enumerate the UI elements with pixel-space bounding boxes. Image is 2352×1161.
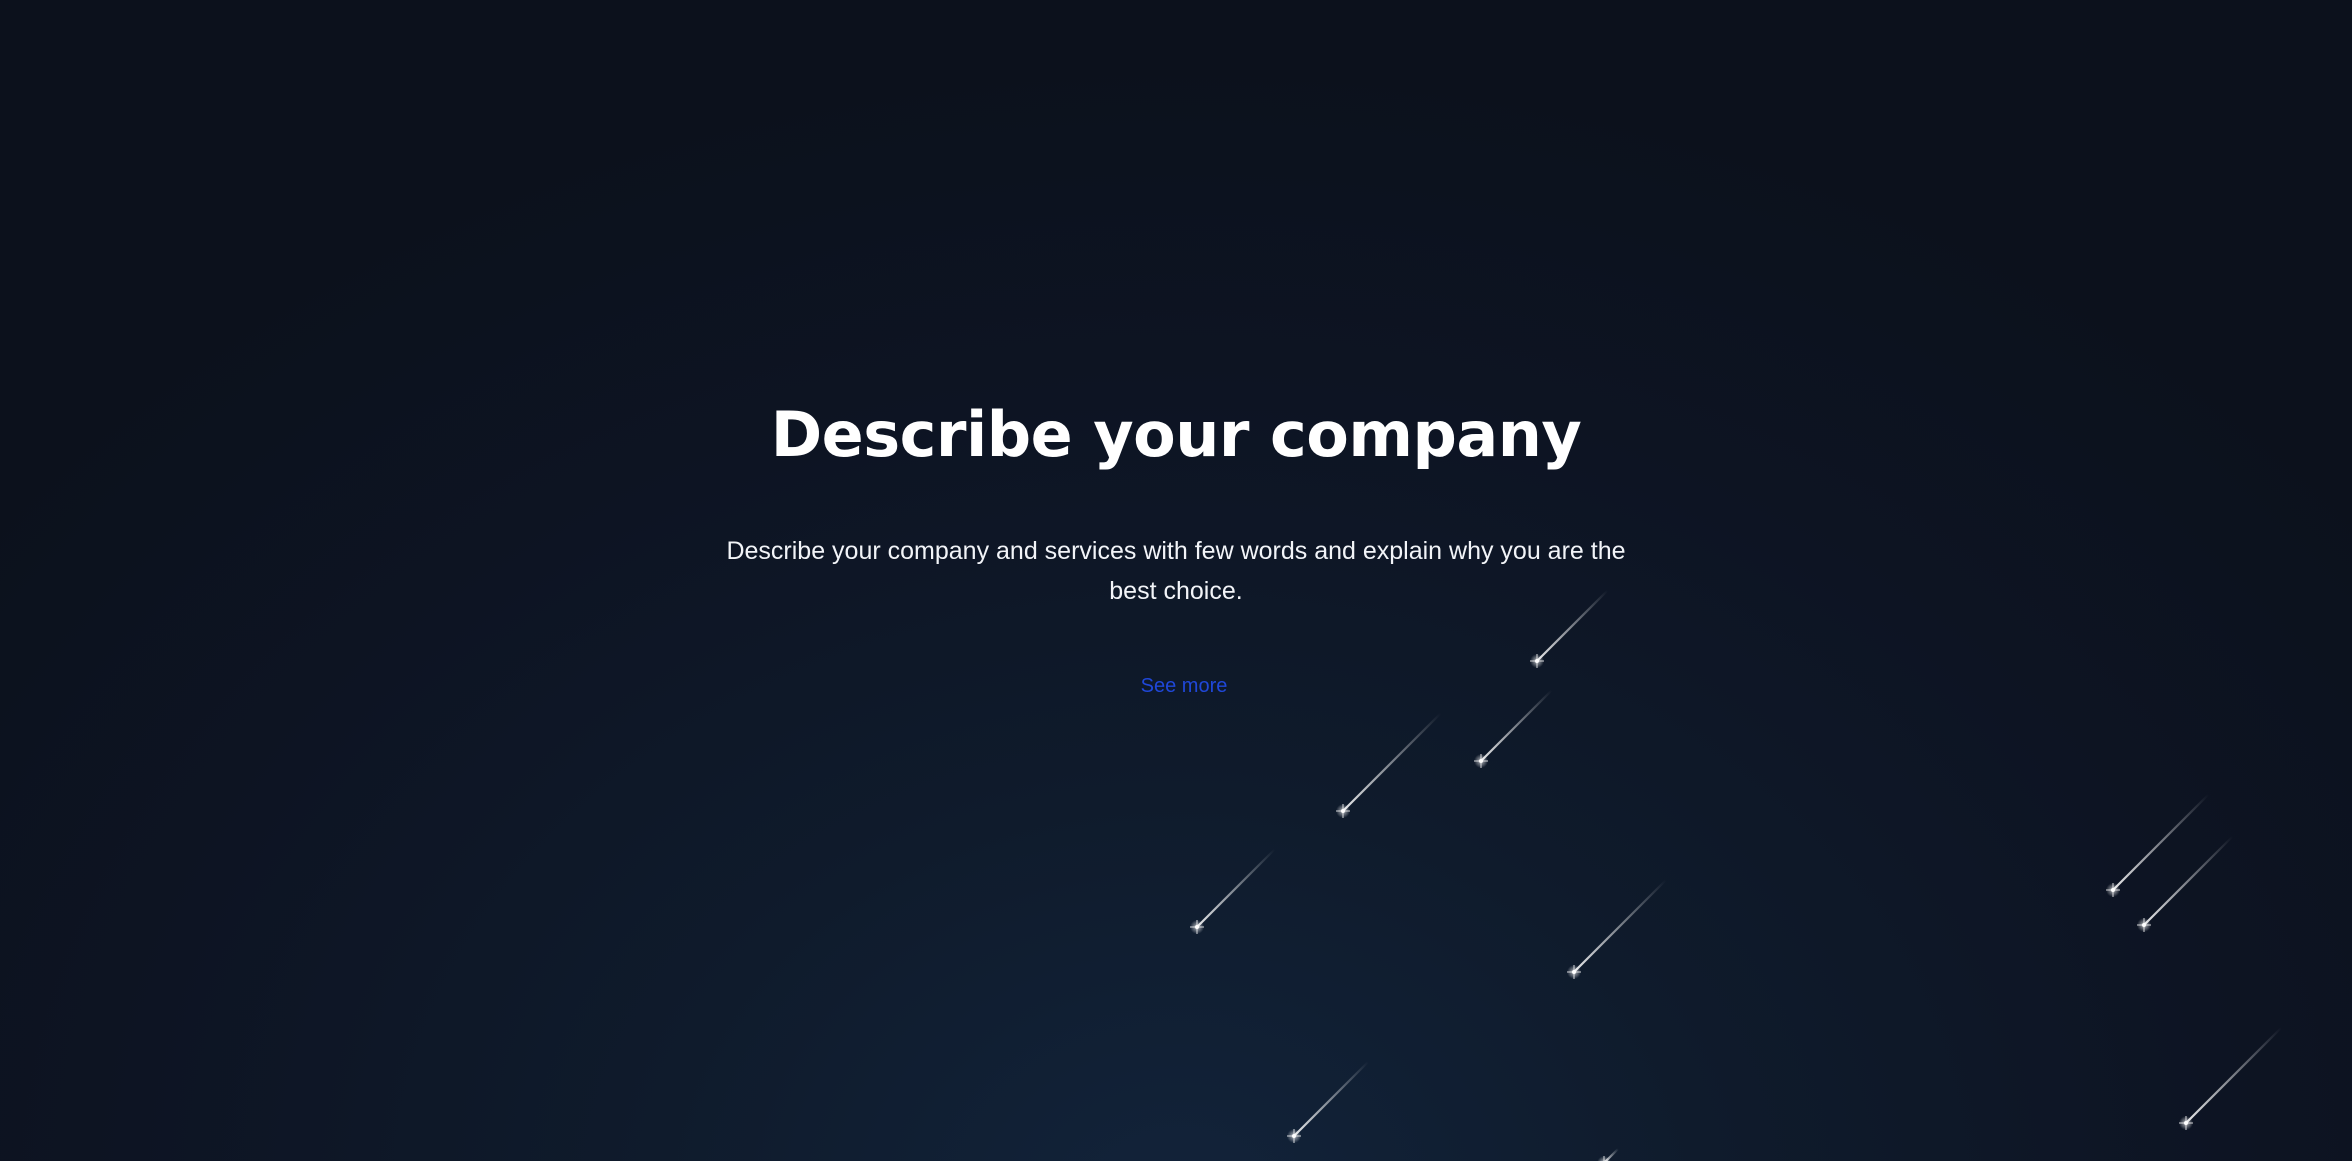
hero-title: Describe your company xyxy=(770,398,1582,471)
hero-section: Describe your company Describe your comp… xyxy=(0,0,2352,1161)
see-more-link[interactable]: See more xyxy=(1084,670,1284,702)
shooting-star-icon xyxy=(2179,1026,2283,1130)
shooting-star-icon xyxy=(2106,793,2210,897)
shooting-star-icon xyxy=(1287,1060,1370,1143)
hero-subtitle: Describe your company and services with … xyxy=(726,537,1626,605)
shooting-star-icon xyxy=(1597,1147,1620,1161)
shooting-star-icon xyxy=(1336,712,1442,818)
shooting-star-icon xyxy=(1474,689,1553,768)
shooting-star-icon xyxy=(1190,848,1276,934)
shooting-star-icon xyxy=(1567,878,1668,979)
